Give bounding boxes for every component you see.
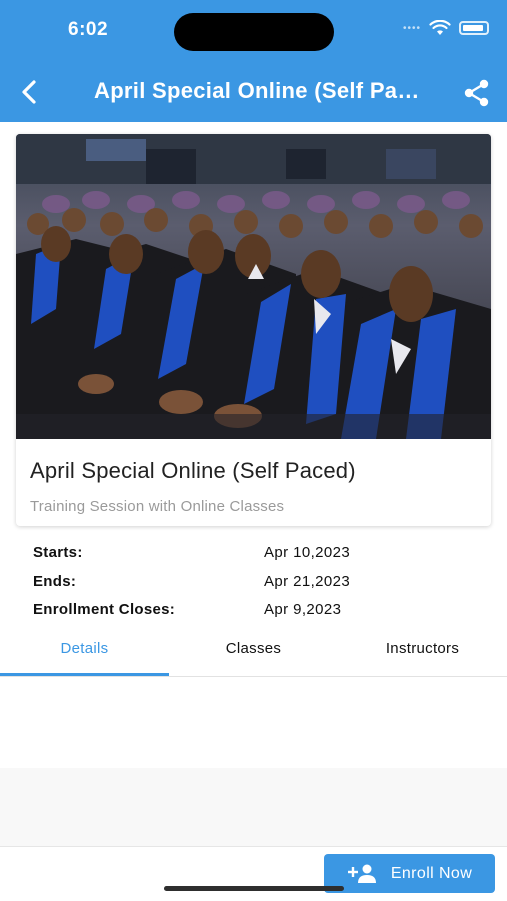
tab-bar: Details Classes Instructors [0,628,507,677]
course-subtitle: Training Session with Online Classes [30,498,285,515]
page-title: April Special Online (Self Paced) [94,78,429,103]
status-icons: •••• [403,20,489,36]
course-card: April Special Online (Self Paced) Traini… [16,134,491,526]
enroll-now-label: Enroll Now [390,864,473,882]
tab-classes[interactable]: Classes [169,628,338,674]
starts-value: Apr 10,2023 [264,544,351,561]
enrollment-closes-label: Enrollment Closes: [33,601,176,618]
share-button[interactable] [462,78,492,108]
ends-value: Apr 21,2023 [264,573,351,590]
signal-icon: •••• [402,22,421,34]
course-title: April Special Online (Self Paced) [30,458,356,483]
add-person-icon [347,864,376,883]
battery-icon [459,21,489,35]
content-area [0,768,507,846]
dynamic-island [174,13,334,51]
tab-instructors[interactable]: Instructors [338,628,507,674]
ends-label: Ends: [33,573,77,590]
back-button[interactable] [14,76,46,108]
app-header: 6:02 •••• April Special Online (Self Pac… [0,0,507,122]
status-time: 6:02 [68,19,109,40]
tab-indicator [0,673,169,676]
starts-label: Starts: [33,544,83,561]
enrollment-closes-value: Apr 9,2023 [264,601,342,618]
home-indicator [164,886,344,891]
enroll-now-button[interactable]: Enroll Now [324,854,495,893]
tab-details[interactable]: Details [0,628,169,674]
course-image [16,134,491,439]
wifi-icon [429,20,451,35]
